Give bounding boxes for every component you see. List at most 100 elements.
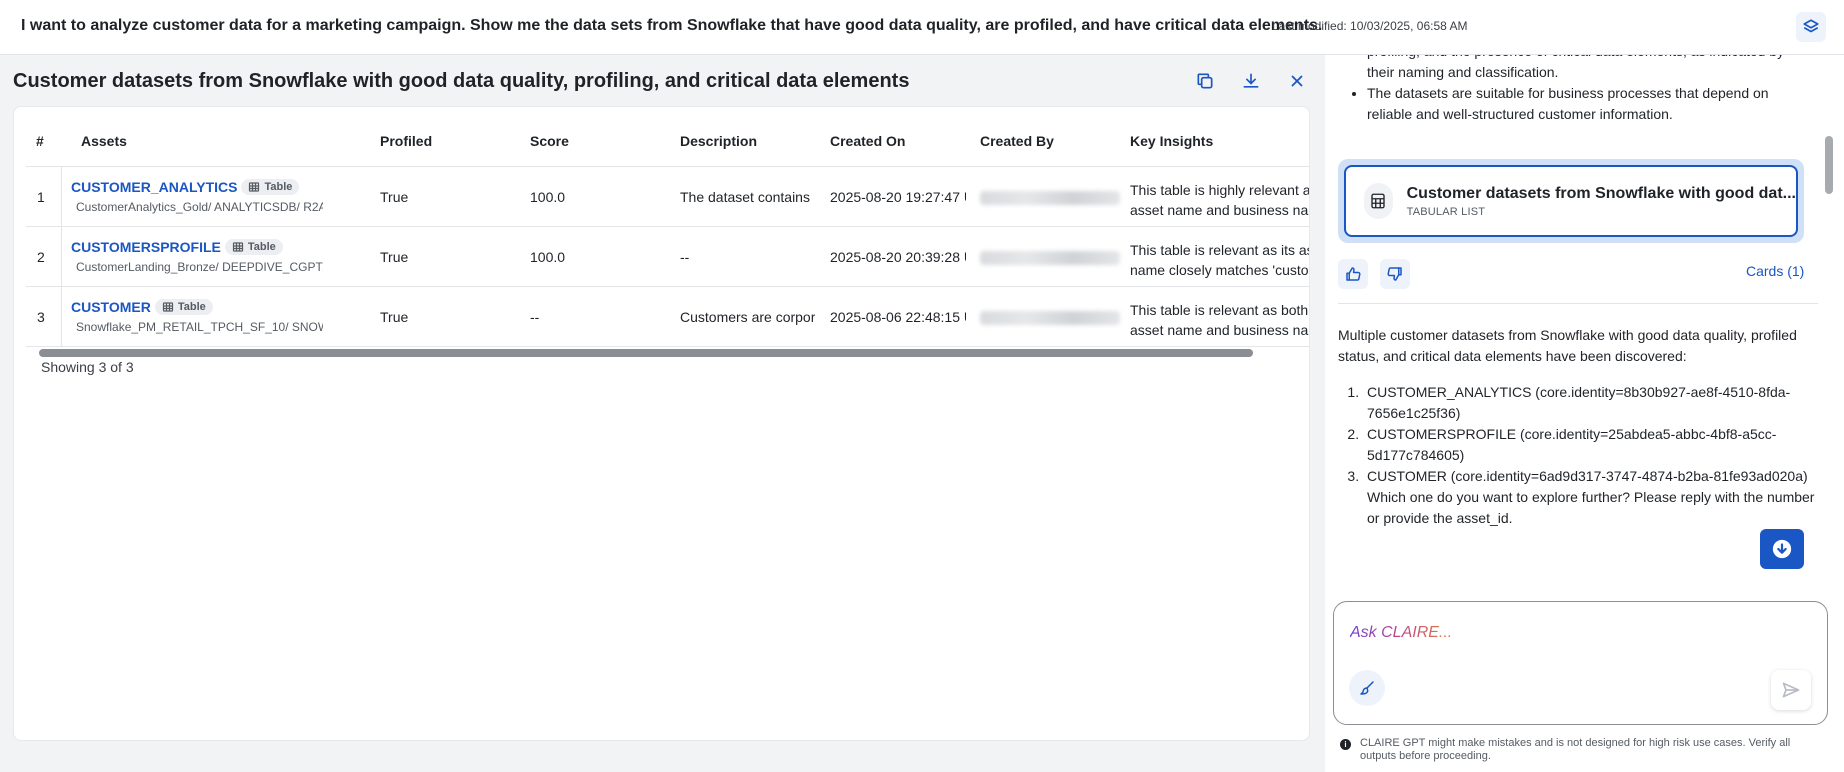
thumbs-down-button[interactable] bbox=[1380, 259, 1410, 289]
result-card-text: Customer datasets from Snowflake with go… bbox=[1407, 185, 1796, 218]
results-table: # Assets Profiled Score Description Crea… bbox=[26, 117, 1310, 357]
summary-bullet: The datasets are suitable for business p… bbox=[1367, 83, 1807, 125]
profiled-value: True bbox=[380, 249, 409, 265]
asset-type-badge: Table bbox=[241, 179, 300, 195]
score-value: -- bbox=[530, 309, 540, 325]
table-row[interactable]: 3 CUSTOMER Table Snowflake_PM_RETAIL_TPC… bbox=[26, 287, 1310, 347]
asset-link[interactable]: CUSTOMER_ANALYTICS Table bbox=[71, 179, 300, 195]
horizontal-scrollbar[interactable] bbox=[39, 349, 1253, 357]
results-title: Customer datasets from Snowflake with go… bbox=[13, 70, 910, 92]
result-card[interactable]: Customer datasets from Snowflake with go… bbox=[1338, 159, 1804, 243]
ask-claire-input[interactable]: Ask CLAIRE... bbox=[1350, 624, 1452, 642]
key-insights-line: This table is highly relevant as bbox=[1130, 182, 1310, 198]
description-value: The dataset contains bbox=[680, 189, 810, 205]
asset-type-label: Table bbox=[177, 301, 206, 313]
col-header-key-insights[interactable]: Key Insights bbox=[1130, 133, 1213, 149]
copy-icon bbox=[1197, 73, 1213, 89]
copy-button[interactable] bbox=[1188, 64, 1222, 98]
download-button[interactable] bbox=[1234, 64, 1268, 98]
asset-path-text: CustomerAnalytics_Gold/ ANALYTICSDB/ R2A… bbox=[76, 200, 323, 214]
arrow-down-circle-icon bbox=[1772, 539, 1792, 559]
disclaimer: i CLAIRE GPT might make mistakes and is … bbox=[1340, 737, 1820, 763]
key-insights-line: asset name and business name bbox=[1130, 322, 1310, 338]
table-icon bbox=[162, 302, 173, 312]
answer-item: CUSTOMERSPROFILE (core.identity=25abdea5… bbox=[1363, 424, 1818, 466]
asset-name[interactable]: CUSTOMERSPROFILE bbox=[71, 239, 221, 255]
col-header-description[interactable]: Description bbox=[680, 133, 757, 149]
brush-icon bbox=[1360, 681, 1374, 695]
chat-divider bbox=[1338, 303, 1818, 304]
result-card-inner[interactable]: Customer datasets from Snowflake with go… bbox=[1344, 165, 1798, 237]
row-number: 3 bbox=[37, 309, 45, 325]
last-modified: Last modified: 10/03/2025, 06:58 AM bbox=[1272, 19, 1468, 33]
profiled-value: True bbox=[380, 309, 409, 325]
layers-button[interactable] bbox=[1796, 12, 1826, 42]
col-header-profiled[interactable]: Profiled bbox=[380, 133, 432, 149]
asset-path: CustomerAnalytics_Gold/ ANALYTICSDB/ R2A… bbox=[71, 200, 323, 214]
col-header-assets[interactable]: Assets bbox=[81, 133, 127, 149]
layers-icon bbox=[1803, 19, 1819, 33]
key-insights-line: name closely matches 'custome bbox=[1130, 262, 1310, 278]
description-value: Customers are corporate bbox=[680, 309, 815, 325]
asset-link[interactable]: CUSTOMERSPROFILE Table bbox=[71, 239, 283, 255]
thumbs-down-icon bbox=[1387, 267, 1402, 281]
asset-path: Snowflake_PM_RETAIL_TPCH_SF_10/ SNOWFLAK… bbox=[71, 320, 323, 334]
scroll-down-button[interactable] bbox=[1760, 529, 1804, 569]
key-insights-line: This table is relevant as both bbox=[1130, 302, 1309, 318]
col-header-score[interactable]: Score bbox=[530, 133, 569, 149]
answer-list: CUSTOMER_ANALYTICS (core.identity=8b30b9… bbox=[1338, 382, 1818, 529]
send-button[interactable] bbox=[1771, 670, 1811, 710]
key-insights-value: This table is relevant as both asset nam… bbox=[1130, 300, 1310, 340]
close-icon bbox=[1291, 75, 1303, 87]
calculator-icon bbox=[1364, 183, 1393, 219]
result-card-title: Customer datasets from Snowflake with go… bbox=[1406, 184, 1796, 202]
table-row[interactable]: 1 CUSTOMER_ANALYTICS Table CustomerAnaly… bbox=[26, 167, 1310, 227]
disclaimer-text: CLAIRE GPT might make mistakes and is no… bbox=[1360, 737, 1791, 762]
row-divider bbox=[61, 227, 62, 287]
thumbs-up-button[interactable] bbox=[1338, 259, 1368, 289]
table-icon bbox=[249, 182, 260, 192]
asset-name[interactable]: CUSTOMER_ANALYTICS bbox=[71, 179, 237, 195]
table-icon bbox=[232, 242, 243, 252]
profiled-value: True bbox=[380, 189, 409, 205]
top-bar: I want to analyze customer data for a ma… bbox=[0, 0, 1844, 55]
key-insights-value: This table is highly relevant as asset n… bbox=[1130, 180, 1310, 220]
asset-link[interactable]: CUSTOMER Table bbox=[71, 299, 213, 315]
asset-name[interactable]: CUSTOMER bbox=[71, 299, 151, 315]
key-insights-value: This table is relevant as its as name cl… bbox=[1130, 240, 1310, 280]
created-by-redacted bbox=[980, 251, 1120, 265]
created-on-value: 2025-08-20 20:39:28 UTC bbox=[830, 249, 966, 265]
ask-claire-box[interactable]: Ask CLAIRE... bbox=[1333, 601, 1828, 725]
result-card-subtitle: TABULAR LIST bbox=[1406, 205, 1486, 218]
created-on-value: 2025-08-20 19:27:47 UTC bbox=[830, 189, 966, 205]
answer-item-text: CUSTOMER (core.identity=6ad9d317-3747-48… bbox=[1367, 468, 1808, 484]
row-divider bbox=[61, 167, 62, 227]
created-by-redacted bbox=[980, 311, 1120, 325]
asset-type-badge: Table bbox=[154, 299, 213, 315]
close-button[interactable] bbox=[1280, 64, 1314, 98]
download-icon bbox=[1243, 73, 1259, 88]
info-icon: i bbox=[1340, 739, 1351, 750]
cards-link[interactable]: Cards (1) bbox=[1746, 263, 1804, 279]
results-card: # Assets Profiled Score Description Crea… bbox=[13, 106, 1310, 741]
table-row[interactable]: 2 CUSTOMERSPROFILE Table CustomerLanding… bbox=[26, 227, 1310, 287]
answer-item: CUSTOMER_ANALYTICS (core.identity=8b30b9… bbox=[1363, 382, 1818, 424]
col-header-number: # bbox=[36, 133, 44, 149]
table-header: # Assets Profiled Score Description Crea… bbox=[26, 117, 1309, 167]
thumbs-up-icon bbox=[1346, 267, 1361, 281]
summary-bullet: profiling, and the presence of critical … bbox=[1367, 55, 1807, 83]
vertical-scrollbar[interactable] bbox=[1825, 136, 1833, 194]
user-query: I want to analyze customer data for a ma… bbox=[21, 17, 1323, 34]
asset-type-badge: Table bbox=[224, 239, 283, 255]
created-on-value: 2025-08-06 22:48:15 UTC bbox=[830, 309, 966, 325]
key-insights-line: asset name and business name bbox=[1130, 202, 1310, 218]
feedback-row bbox=[1338, 259, 1410, 289]
answer-followup: Which one do you want to explore further… bbox=[1367, 489, 1815, 526]
col-header-created-on[interactable]: Created On bbox=[830, 133, 905, 149]
col-header-created-by[interactable]: Created By bbox=[980, 133, 1054, 149]
summary-bullets: profiling, and the presence of critical … bbox=[1367, 55, 1807, 125]
answer-item: CUSTOMER (core.identity=6ad9d317-3747-48… bbox=[1363, 466, 1818, 529]
clear-chat-button[interactable] bbox=[1349, 670, 1385, 706]
asset-type-label: Table bbox=[247, 241, 276, 253]
score-value: 100.0 bbox=[530, 189, 566, 205]
